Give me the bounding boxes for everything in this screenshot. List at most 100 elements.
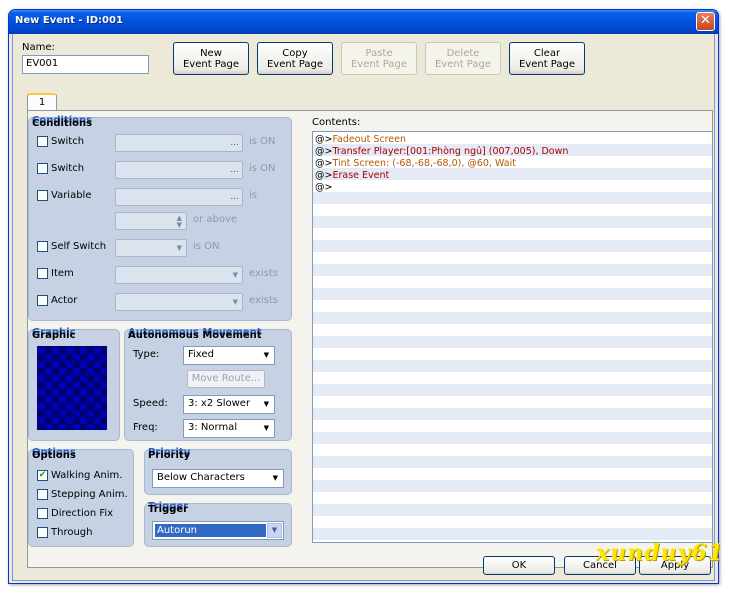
conditions-group: Conditions Switch ... is ON Switch ... i… — [28, 117, 292, 321]
self-switch-checkbox[interactable] — [37, 241, 48, 252]
event-window: New Event - ID:001 ✕ Name: EV001 New Eve… — [8, 9, 719, 584]
close-icon[interactable]: ✕ — [696, 12, 715, 31]
variable-field[interactable]: ... — [115, 188, 243, 206]
name-label: Name: — [22, 42, 55, 53]
item-checkbox[interactable] — [37, 268, 48, 279]
chevron-down-icon: ▼ — [267, 523, 282, 538]
command-line[interactable]: @>Erase Event — [313, 170, 712, 182]
title-bar[interactable]: New Event - ID:001 ✕ — [9, 10, 718, 34]
through-label: Through — [51, 527, 93, 538]
command-marker: @> — [315, 182, 333, 193]
command-marker: @> — [315, 170, 333, 181]
walking-anim-checkbox[interactable]: ✔ — [37, 470, 48, 481]
conditions-title: Conditions — [32, 118, 93, 129]
actor-suffix: exists — [249, 295, 279, 306]
copy-event-page-button[interactable]: Copy Event Page — [257, 42, 333, 75]
event-page-panel: Conditions Switch ... is ON Switch ... i… — [27, 110, 713, 568]
event-commands-list[interactable]: @>Fadeout Screen @>Transfer Player:[001:… — [312, 131, 713, 543]
chevron-down-icon: ▼ — [263, 351, 269, 359]
variable-value-stepper[interactable]: ▲ ▼ — [115, 212, 187, 230]
options-title: Options — [32, 450, 76, 461]
trigger-group: Trigger Autorun ▼ — [144, 503, 292, 547]
speed-label: Speed: — [133, 398, 168, 409]
chevron-down-icon: ▼ — [272, 474, 278, 482]
type-value: Fixed — [188, 349, 214, 360]
trigger-title: Trigger — [148, 504, 189, 515]
paste-event-page-button[interactable]: Paste Event Page — [341, 42, 417, 75]
chevron-down-icon: ▼ — [263, 424, 269, 432]
priority-value: Below Characters — [157, 472, 245, 483]
priority-title: Priority — [148, 450, 191, 461]
direction-fix-checkbox[interactable] — [37, 508, 48, 519]
item-combo[interactable]: ▼ — [115, 266, 243, 284]
type-select[interactable]: Fixed ▼ — [183, 346, 275, 365]
speed-select[interactable]: 3: x2 Slower ▼ — [183, 395, 275, 414]
stepping-anim-checkbox[interactable] — [37, 489, 48, 500]
actor-checkbox[interactable] — [37, 295, 48, 306]
graphic-title: Graphic — [32, 330, 76, 341]
new-event-page-button[interactable]: New Event Page — [173, 42, 249, 75]
freq-value: 3: Normal — [188, 422, 238, 433]
window-title: New Event - ID:001 — [15, 15, 123, 26]
actor-label: Actor — [51, 295, 78, 306]
self-switch-combo[interactable]: ▼ — [115, 239, 187, 257]
ellipsis-icon: ... — [230, 138, 239, 148]
watermark-text: xunduy61 — [596, 540, 724, 566]
graphic-preview[interactable] — [37, 346, 107, 430]
variable-checkbox[interactable] — [37, 190, 48, 201]
freq-select[interactable]: 3: Normal ▼ — [183, 419, 275, 438]
chevron-down-icon: ▼ — [176, 244, 182, 252]
command-line[interactable]: @>Fadeout Screen — [313, 134, 712, 146]
variable-suffix: is — [249, 190, 257, 201]
spin-down-icon: ▼ — [176, 221, 182, 229]
tab-page-1[interactable]: 1 — [27, 93, 57, 111]
speed-value: 3: x2 Slower — [188, 398, 251, 409]
command-text: Fadeout Screen — [332, 134, 406, 145]
dialog-client: Name: EV001 New Event Page Copy Event Pa… — [12, 34, 715, 581]
variable-label: Variable — [51, 190, 92, 201]
command-text: Transfer Player:[001:Phòng ngủ] (007,005… — [332, 146, 569, 157]
ok-button[interactable]: OK — [483, 556, 555, 575]
command-text: Erase Event — [332, 170, 390, 181]
command-marker: @> — [315, 146, 333, 157]
ellipsis-icon: ... — [230, 165, 239, 175]
name-input[interactable]: EV001 — [22, 55, 149, 74]
direction-fix-label: Direction Fix — [51, 508, 114, 519]
chevron-down-icon: ▼ — [263, 400, 269, 408]
item-label: Item — [51, 268, 74, 279]
switch1-checkbox[interactable] — [37, 136, 48, 147]
switch1-suffix: is ON — [249, 136, 276, 147]
command-marker: @> — [315, 134, 333, 145]
chevron-down-icon: ▼ — [232, 271, 238, 279]
switch2-checkbox[interactable] — [37, 163, 48, 174]
switch1-field[interactable]: ... — [115, 134, 243, 152]
self-switch-suffix: is ON — [193, 241, 220, 252]
movement-title: Autonomous Movement — [128, 330, 262, 341]
contents-label: Contents: — [312, 117, 361, 128]
ellipsis-icon: ... — [230, 192, 239, 202]
graphic-group: Graphic — [28, 329, 120, 441]
walking-anim-label: Walking Anim. — [51, 470, 123, 481]
command-line[interactable]: @>Transfer Player:[001:Phòng ngủ] (007,0… — [313, 146, 712, 158]
through-checkbox[interactable] — [37, 527, 48, 538]
options-group: Options ✔ Walking Anim. Stepping Anim. D… — [28, 449, 134, 547]
actor-combo[interactable]: ▼ — [115, 293, 243, 311]
command-text: Tint Screen: (-68,-68,-68,0), @60, Wait — [332, 158, 516, 169]
self-switch-label: Self Switch — [51, 241, 107, 252]
command-line[interactable]: @>Tint Screen: (-68,-68,-68,0), @60, Wai… — [313, 158, 712, 170]
move-route-button[interactable]: Move Route... — [187, 370, 265, 388]
chevron-down-icon: ▼ — [232, 298, 238, 306]
switch1-label: Switch — [51, 136, 85, 147]
delete-event-page-button[interactable]: Delete Event Page — [425, 42, 501, 75]
switch2-label: Switch — [51, 163, 85, 174]
switch2-field[interactable]: ... — [115, 161, 243, 179]
command-line[interactable]: @> — [313, 182, 712, 194]
trigger-value: Autorun — [155, 524, 266, 537]
switch2-suffix: is ON — [249, 163, 276, 174]
trigger-select[interactable]: Autorun ▼ — [152, 521, 284, 540]
type-label: Type: — [133, 349, 160, 360]
priority-select[interactable]: Below Characters ▼ — [152, 469, 284, 488]
clear-event-page-button[interactable]: Clear Event Page — [509, 42, 585, 75]
item-suffix: exists — [249, 268, 279, 279]
freq-label: Freq: — [133, 422, 158, 433]
